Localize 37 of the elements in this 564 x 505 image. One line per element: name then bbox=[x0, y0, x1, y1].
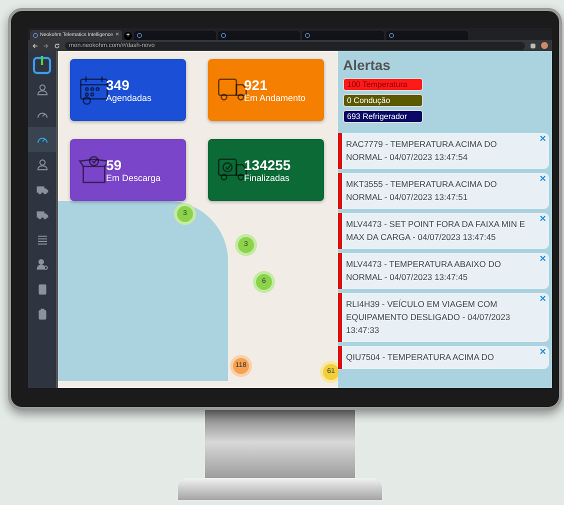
list-icon bbox=[36, 233, 48, 246]
card-label: Finalizadas bbox=[244, 172, 291, 184]
globe-icon bbox=[389, 33, 394, 38]
tablet-icon bbox=[36, 283, 48, 296]
forward-icon[interactable] bbox=[43, 42, 49, 48]
profile-avatar[interactable] bbox=[541, 42, 548, 49]
alert-count-badge[interactable]: 693 Refrigerador bbox=[343, 110, 423, 123]
alert-message: MKT3555 - TEMPERATURA ACIMA DO NORMAL - 04/07/2023 13:47:51 bbox=[346, 178, 498, 204]
globe-icon bbox=[305, 33, 310, 38]
user-icon bbox=[36, 83, 48, 96]
alert-message: MLV4473 - SET POINT FORA DA FAIXA MIN E MAX DA CARGA - 04/07/2023 13:47:45 bbox=[346, 218, 526, 244]
alerts-title: Alertas bbox=[342, 57, 392, 73]
user-gear-icon bbox=[36, 258, 48, 271]
alert-message: RAC7779 - TEMPERATURA ACIMA DO NORMAL - 04/07/2023 13:47:54 bbox=[346, 138, 498, 164]
back-icon[interactable] bbox=[32, 42, 38, 48]
sidebar-item[interactable] bbox=[28, 127, 56, 152]
power-logo-icon[interactable] bbox=[32, 55, 52, 75]
alert-message: MLV4473 - TEMPERATURA ABAIXO DO NORMAL - 04/07/2023 13:47:45 bbox=[346, 258, 502, 284]
globe-icon bbox=[137, 33, 142, 38]
clipboard-icon bbox=[36, 308, 48, 321]
status-card[interactable]: 59 Em Descarga bbox=[70, 139, 186, 201]
user-icon bbox=[36, 158, 48, 171]
card-value: 134255 bbox=[244, 156, 291, 172]
globe-icon bbox=[33, 32, 38, 38]
status-card[interactable]: 134255 Finalizadas bbox=[208, 139, 324, 201]
card-value: 921 bbox=[244, 76, 268, 92]
card-value: 59 bbox=[106, 156, 123, 172]
card-label: Em Andamento bbox=[244, 92, 306, 104]
card-label: Agendadas bbox=[106, 92, 152, 104]
reload-icon[interactable] bbox=[54, 42, 60, 48]
globe-icon bbox=[221, 33, 226, 38]
alert-message: RLI4H39 - VEÍCULO EM VIAGEM COM EQUIPAMENTO DESLIGADO - 04/07/2023 13:47:33 bbox=[346, 298, 512, 337]
alert-count-badge[interactable]: 0 Condução bbox=[343, 94, 423, 107]
card-label: Em Descarga bbox=[106, 172, 161, 184]
card-value: 349 bbox=[106, 76, 130, 92]
alert-message: QIU7504 - TEMPERATURA ACIMA DO bbox=[346, 351, 496, 364]
status-card[interactable]: 349 Agendadas bbox=[70, 59, 186, 121]
